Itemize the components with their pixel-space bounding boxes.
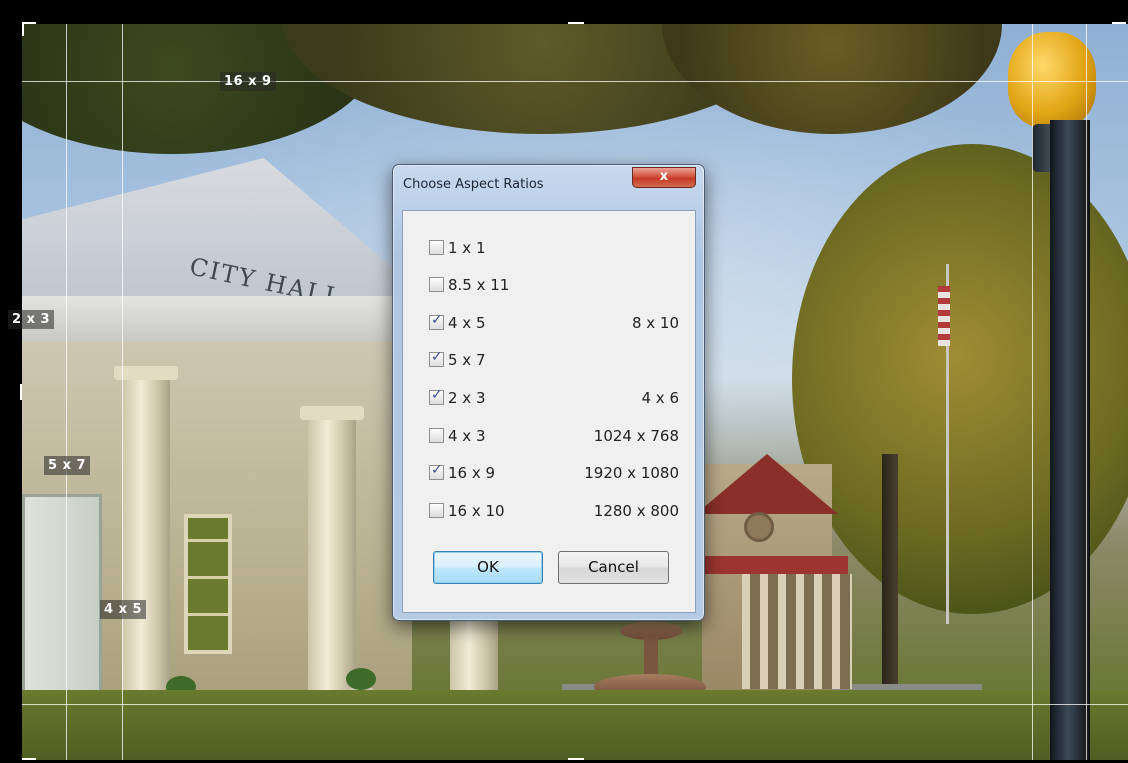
close-button[interactable]: x (632, 167, 696, 188)
option-label: 16 x 9 (448, 464, 496, 482)
city-hall-entablature (22, 296, 414, 342)
lamp-post (1050, 120, 1090, 760)
option-equivalent: 1024 x 768 (593, 427, 679, 445)
option-equivalent: 1920 x 1080 (584, 464, 679, 482)
crop-handle-bottom-left[interactable] (22, 758, 36, 760)
checkbox-16x10[interactable] (429, 503, 444, 518)
option-row-2x3[interactable]: 2 x 3 4 x 6 (429, 387, 679, 409)
guide-line-16x9-bottom (22, 704, 1128, 705)
city-hall-window (184, 514, 232, 654)
option-equivalent: 8 x 10 (631, 314, 679, 332)
aspect-ratio-dialog: Choose Aspect Ratios x 1 x 1 8.5 x 11 4 … (392, 164, 705, 621)
lawn (22, 690, 1128, 760)
dialog-title: Choose Aspect Ratios (403, 177, 544, 192)
checkbox-1x1[interactable] (429, 240, 444, 255)
guide-line-16x9-top (22, 81, 1128, 82)
church-awning (698, 556, 848, 574)
option-label: 5 x 7 (448, 351, 486, 369)
guide-label-16x9: 16 x 9 (220, 72, 276, 91)
lamp-globe (1008, 32, 1096, 128)
option-row-16x9[interactable]: 16 x 9 1920 x 1080 (429, 462, 679, 484)
guide-label-4x5: 4 x 5 (100, 600, 147, 619)
option-label: 1 x 1 (448, 239, 486, 257)
guide-line-5x7-right (1086, 24, 1087, 760)
option-equivalent: 1280 x 800 (593, 502, 679, 520)
rose-window (744, 512, 774, 542)
flag (938, 286, 950, 346)
close-icon: x (659, 169, 669, 184)
checkbox-2x3[interactable] (429, 387, 444, 405)
column (300, 406, 364, 714)
checkbox-8.5x11[interactable] (429, 277, 444, 292)
guide-line-4x5-left (122, 24, 123, 760)
church-colonnade (742, 574, 852, 689)
checkbox-16x9[interactable] (429, 462, 444, 480)
crop-handle-top-left[interactable] (22, 22, 36, 24)
crop-handle-top-left[interactable] (22, 22, 24, 36)
checkbox-5x7[interactable] (429, 349, 444, 367)
option-label: 2 x 3 (448, 389, 486, 407)
column (114, 366, 178, 714)
option-label: 4 x 3 (448, 427, 486, 445)
option-label: 16 x 10 (448, 502, 505, 520)
option-row-4x5[interactable]: 4 x 5 8 x 10 (429, 312, 679, 334)
tree-trunk (882, 454, 898, 704)
option-row-5x7[interactable]: 5 x 7 (429, 349, 679, 371)
ok-button[interactable]: OK (433, 551, 543, 584)
option-label: 8.5 x 11 (448, 276, 510, 294)
option-label: 4 x 5 (448, 314, 486, 332)
plant (346, 668, 376, 690)
checkbox-4x5[interactable] (429, 312, 444, 330)
option-row-4x3[interactable]: 4 x 3 1024 x 768 (429, 425, 679, 447)
crop-handle-left-middle[interactable] (20, 384, 22, 400)
cancel-button[interactable]: Cancel (558, 551, 669, 584)
crop-handle-bottom-middle[interactable] (568, 758, 584, 760)
guide-label-5x7: 5 x 7 (44, 456, 91, 475)
checkbox-4x3[interactable] (429, 428, 444, 443)
option-equivalent: 4 x 6 (641, 389, 680, 407)
guide-line-4x5-right (1032, 24, 1033, 760)
crop-handle-top-right[interactable] (1112, 22, 1126, 24)
option-row-16x10[interactable]: 16 x 10 1280 x 800 (429, 500, 679, 522)
option-row-1x1[interactable]: 1 x 1 (429, 237, 679, 259)
option-row-8.5x11[interactable]: 8.5 x 11 (429, 274, 679, 296)
guide-label-2x3: 2 x 3 (8, 310, 55, 329)
crop-handle-top-middle[interactable] (568, 22, 584, 24)
guide-line-5x7-left (66, 24, 67, 760)
